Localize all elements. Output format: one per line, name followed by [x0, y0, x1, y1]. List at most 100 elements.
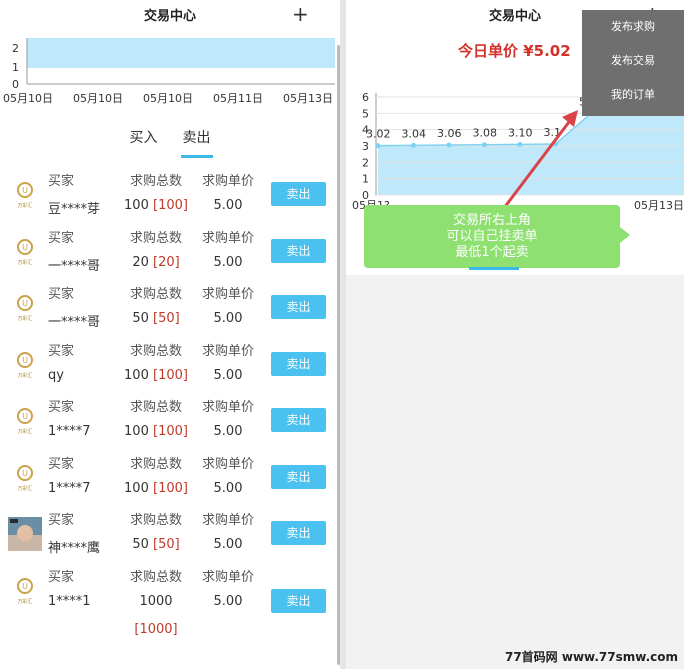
- area-fill: [378, 113, 684, 195]
- order-total: 20: [132, 254, 149, 270]
- order-total-group: 20 [20]: [120, 255, 192, 270]
- data-point: [411, 142, 416, 148]
- total-header: 求购总数: [129, 400, 182, 415]
- total-header: 求购总数: [129, 343, 182, 359]
- logo-icon: U 万彩汇: [17, 408, 33, 435]
- logo-text: 万彩汇: [17, 315, 32, 322]
- order-total-group: 100 [100]: [120, 198, 192, 213]
- price-header: 求购单价: [201, 343, 254, 359]
- logo-icon: U 万彩汇: [17, 577, 33, 605]
- total-header: 求购总数: [129, 174, 182, 189]
- order-total-bracket: [50]: [153, 311, 180, 326]
- tab-sell[interactable]: 卖出: [180, 125, 213, 158]
- svg-text:U: U: [22, 243, 28, 252]
- buyer-header: 买家: [48, 513, 75, 528]
- logo-text: 万彩汇: [17, 485, 32, 492]
- y-tick: 6: [362, 91, 369, 104]
- price-header: 求购单价: [201, 174, 254, 189]
- svg-text:U: U: [22, 356, 28, 365]
- menu-item-post-trade[interactable]: 发布交易: [582, 44, 684, 78]
- order-list: U 万彩汇 买家 求购总数 求购单价 豆****芽 100 [100] 5.00 卖出 U 万彩汇买…: [0, 168, 340, 649]
- buyer-header: 买家: [48, 569, 75, 585]
- buyer-name: 1****7: [48, 480, 91, 496]
- order-price: 5.00: [213, 593, 243, 609]
- buyer-name: qy: [48, 367, 64, 383]
- x-tick: 05月11日: [213, 92, 263, 105]
- empty-area: [346, 275, 684, 669]
- order-total: 50: [132, 311, 149, 326]
- sell-button[interactable]: 卖出: [271, 408, 326, 432]
- sell-button[interactable]: 卖出: [271, 351, 326, 376]
- menu-item-my-orders[interactable]: 我的订单: [582, 78, 684, 112]
- data-label: 3.06: [437, 127, 462, 140]
- y-tick: 3: [362, 140, 369, 153]
- data-label: 3.08: [473, 127, 498, 140]
- data-label: 3.04: [402, 127, 427, 140]
- buyer-header: 买家: [48, 400, 75, 415]
- data-label: 3.10: [508, 126, 533, 139]
- logo-icon: U 万彩汇: [17, 295, 33, 322]
- logo-text: 万彩汇: [17, 598, 32, 605]
- order-total-bracket: [1000]: [134, 621, 178, 637]
- logo-icon: U 万彩汇: [17, 464, 33, 492]
- y-tick: 1: [12, 61, 19, 74]
- buyer-name: 一****哥: [48, 315, 101, 330]
- order-total: 100: [124, 480, 149, 496]
- data-point: [446, 142, 452, 148]
- callout-line: 可以自己挂卖单: [446, 229, 538, 244]
- x-tick: 05月10日: [3, 92, 53, 105]
- sell-button[interactable]: 卖出: [271, 295, 326, 319]
- chart-area: [27, 38, 335, 68]
- order-total: 100: [124, 424, 149, 439]
- menu-item-post-buy[interactable]: 发布求购: [582, 10, 684, 44]
- order-row: U 万彩汇 买家 求购总数 求购单价 1****7 100 [100] 5.00 卖出: [0, 394, 340, 451]
- buyer-name: 豆****芽: [48, 202, 101, 217]
- logo-icon: U 万彩汇: [17, 351, 33, 379]
- price-header: 求购单价: [201, 287, 254, 302]
- order-price: 5.00: [213, 424, 243, 439]
- data-label: 3.1: [544, 126, 562, 139]
- sell-button[interactable]: 卖出: [271, 521, 326, 545]
- order-total-bracket: [100]: [153, 424, 188, 439]
- svg-text:U: U: [22, 186, 28, 195]
- right-screen: 交易中心 + 今日单价 ¥5.02 65432103.023.043.063.0…: [346, 0, 684, 669]
- buyer-header: 买家: [48, 230, 75, 246]
- sell-button[interactable]: 卖出: [271, 238, 326, 263]
- order-row: U 万彩汇 买家 求购总数 求购单价 豆****芽 100 [100] 5.00 卖出: [0, 168, 340, 225]
- avatar: [8, 517, 42, 551]
- order-price: 5.00: [213, 537, 243, 552]
- data-point: [482, 142, 487, 148]
- sell-button[interactable]: 卖出: [271, 464, 326, 489]
- order-row: U 万彩汇 买家 求购总数 求购单价 1****7 100 [100] 5.00 卖出: [0, 451, 340, 508]
- y-tick: 5: [362, 107, 369, 120]
- data-point: [517, 141, 523, 147]
- total-header: 求购总数: [129, 513, 182, 528]
- price-header: 求购单价: [201, 513, 254, 528]
- y-tick: 1: [362, 173, 369, 186]
- order-price: 5.00: [213, 254, 243, 270]
- y-tick: 2: [362, 156, 369, 169]
- order-price: 5.00: [213, 198, 243, 213]
- x-tick: 05月10日: [143, 92, 193, 105]
- data-label: 3.02: [366, 128, 391, 141]
- order-total-bracket: [100]: [153, 367, 188, 383]
- logo-text: 万彩汇: [17, 428, 32, 435]
- order-row: U 万彩汇 买家 求购总数 求购单价 qy 100 [100] 5.00 卖出: [0, 338, 340, 395]
- tab-buy[interactable]: 买入: [127, 125, 159, 155]
- sell-button[interactable]: 卖出: [271, 588, 326, 613]
- plus-icon[interactable]: +: [292, 0, 309, 28]
- watermark: 77首码网 www.77smw.com: [504, 650, 678, 664]
- svg-text:U: U: [22, 412, 28, 421]
- x-tick: 05月13日: [634, 199, 684, 212]
- order-total: 100: [124, 367, 149, 383]
- svg-text:U: U: [22, 469, 28, 478]
- price-header: 求购单价: [201, 456, 254, 472]
- order-total-bracket: [20]: [153, 254, 180, 270]
- svg-text:U: U: [22, 299, 28, 308]
- callout-line: 交易所右上角: [452, 213, 531, 228]
- order-row: U 万彩汇 买家 求购总数 求购单价 一****哥 20 [20] 5.00 卖出: [0, 225, 340, 282]
- total-header: 求购总数: [129, 569, 182, 585]
- buyer-name: 1****7: [48, 424, 91, 439]
- sell-button[interactable]: 卖出: [271, 182, 326, 206]
- buyer-header: 买家: [48, 343, 75, 359]
